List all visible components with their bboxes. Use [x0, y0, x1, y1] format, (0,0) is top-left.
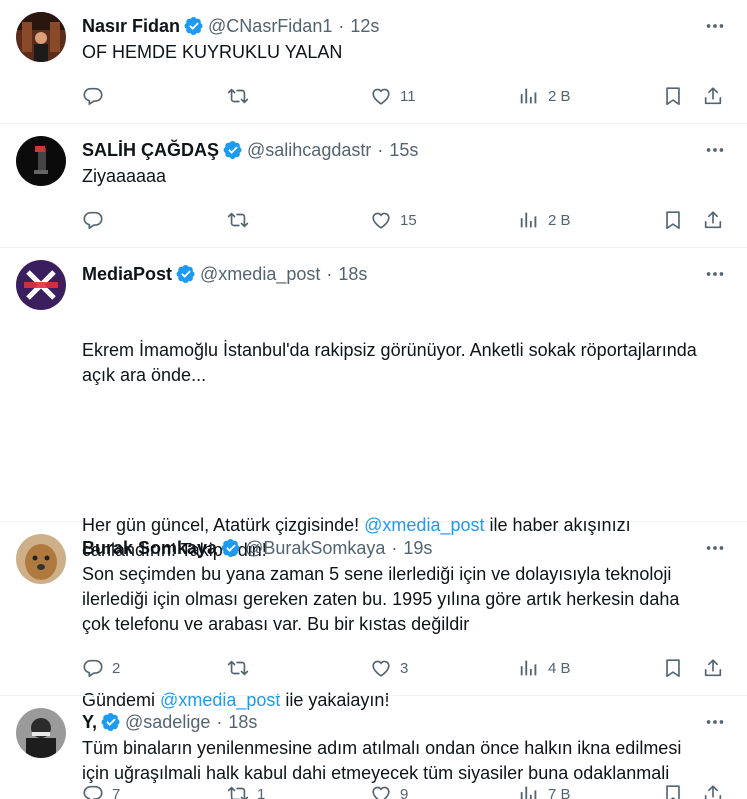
tweet-text: Ziyaaaaaa [82, 166, 167, 186]
retweet-button[interactable] [227, 657, 257, 679]
retweet-button[interactable] [227, 209, 257, 231]
share-button[interactable] [702, 209, 724, 231]
more-icon [704, 263, 726, 285]
like-button[interactable]: 3 [370, 657, 408, 679]
more-options-button[interactable] [703, 536, 727, 560]
author-name[interactable]: Burak Somkaya [82, 538, 217, 559]
author-name[interactable]: MediaPost [82, 264, 172, 285]
reply-icon [82, 85, 104, 107]
more-icon [704, 139, 726, 161]
reply-button[interactable] [82, 209, 112, 231]
reply-icon [82, 657, 104, 679]
views-icon [518, 85, 540, 107]
share-icon [702, 209, 724, 231]
avatar[interactable] [16, 12, 66, 62]
timeline-feed: Nasır Fidan @CNasrFidan1 · 12s OF HEMDE … [0, 0, 747, 799]
tweet[interactable]: Y, @sadelige · 18s Tüm binaların yenilen… [0, 696, 747, 799]
like-icon [370, 209, 392, 231]
tweet-header: Y, @sadelige · 18s [82, 711, 258, 733]
views-button[interactable]: 4 B [518, 657, 571, 679]
tweet-header: SALİH ÇAĞDAŞ @salihcagdastr · 15s [82, 139, 419, 161]
bookmark-button[interactable] [662, 85, 684, 107]
author-handle[interactable]: @CNasrFidan1 [208, 16, 332, 37]
more-options-button[interactable] [703, 14, 727, 38]
tweet[interactable]: Burak Somkaya @BurakSomkaya · 19s Son se… [0, 522, 747, 696]
avatar[interactable] [16, 260, 66, 310]
share-icon [702, 657, 724, 679]
views-button[interactable]: 2 B [518, 85, 571, 107]
tweet-time[interactable]: 15s [389, 140, 418, 161]
author-handle[interactable]: @xmedia_post [200, 264, 320, 285]
verified-badge-icon [184, 16, 204, 36]
avatar[interactable] [16, 136, 66, 186]
tweet-time[interactable]: 18s [228, 712, 257, 733]
reply-icon [82, 209, 104, 231]
views-icon [518, 209, 540, 231]
verified-badge-icon [101, 712, 121, 732]
author-handle[interactable]: @salihcagdastr [247, 140, 371, 161]
verified-badge-icon [221, 538, 241, 558]
author-handle[interactable]: @BurakSomkaya [245, 538, 385, 559]
tweet-text: OF HEMDE KUYRUKLU YALAN [82, 42, 343, 62]
tweet-text: Tüm binaların yenilenmesine adım atılmal… [82, 738, 687, 783]
bookmark-icon [662, 209, 684, 231]
bookmark-icon [662, 657, 684, 679]
like-button[interactable]: 11 [370, 85, 416, 107]
tweet-header: Nasır Fidan @CNasrFidan1 · 12s [82, 15, 380, 37]
author-name[interactable]: Nasır Fidan [82, 16, 180, 37]
tweet-time[interactable]: 19s [403, 538, 432, 559]
share-icon [702, 85, 724, 107]
like-icon [370, 85, 392, 107]
author-name[interactable]: SALİH ÇAĞDAŞ [82, 140, 219, 161]
tweet[interactable]: SALİH ÇAĞDAŞ @salihcagdastr · 15s Ziyaaa… [0, 124, 747, 248]
tweet[interactable]: Nasır Fidan @CNasrFidan1 · 12s OF HEMDE … [0, 0, 747, 124]
retweet-icon [227, 657, 249, 679]
more-options-button[interactable] [703, 138, 727, 162]
avatar[interactable] [16, 708, 66, 758]
more-icon [704, 537, 726, 559]
bookmark-icon [662, 85, 684, 107]
author-name[interactable]: Y, [82, 712, 97, 733]
bookmark-button[interactable] [662, 657, 684, 679]
like-icon [370, 657, 392, 679]
tweet-header: Burak Somkaya @BurakSomkaya · 19s [82, 537, 433, 559]
author-handle[interactable]: @sadelige [125, 712, 210, 733]
tweet-time[interactable]: 18s [338, 264, 367, 285]
reply-button[interactable]: 2 [82, 657, 120, 679]
share-button[interactable] [702, 85, 724, 107]
views-icon [518, 657, 540, 679]
tweet-time[interactable]: 12s [350, 16, 379, 37]
views-button[interactable]: 2 B [518, 209, 571, 231]
retweet-icon [227, 209, 249, 231]
verified-badge-icon [223, 140, 243, 160]
retweet-icon [227, 85, 249, 107]
avatar[interactable] [16, 534, 66, 584]
more-icon [704, 711, 726, 733]
tweet-header: MediaPost @xmedia_post · 18s [82, 263, 368, 285]
verified-badge-icon [176, 264, 196, 284]
reply-button[interactable] [82, 85, 112, 107]
tweet-paragraph: Ekrem İmamoğlu İstanbul'da rakipsiz görü… [82, 340, 702, 385]
tweet-actions: 15 2 B [82, 197, 731, 247]
tweet-text: Son seçimden bu yana zaman 5 sene ilerle… [82, 564, 685, 634]
more-options-button[interactable] [703, 710, 727, 734]
bookmark-button[interactable] [662, 209, 684, 231]
like-button[interactable]: 15 [370, 209, 417, 231]
more-options-button[interactable] [703, 262, 727, 286]
tweet[interactable]: MediaPost @xmedia_post · 18s Ekrem İmamo… [0, 248, 747, 799]
share-button[interactable] [702, 657, 724, 679]
more-icon [704, 15, 726, 37]
retweet-button[interactable] [227, 85, 257, 107]
tweet-actions: 11 2 B [82, 73, 731, 123]
tweet-actions: 2 3 4 B [82, 645, 731, 695]
